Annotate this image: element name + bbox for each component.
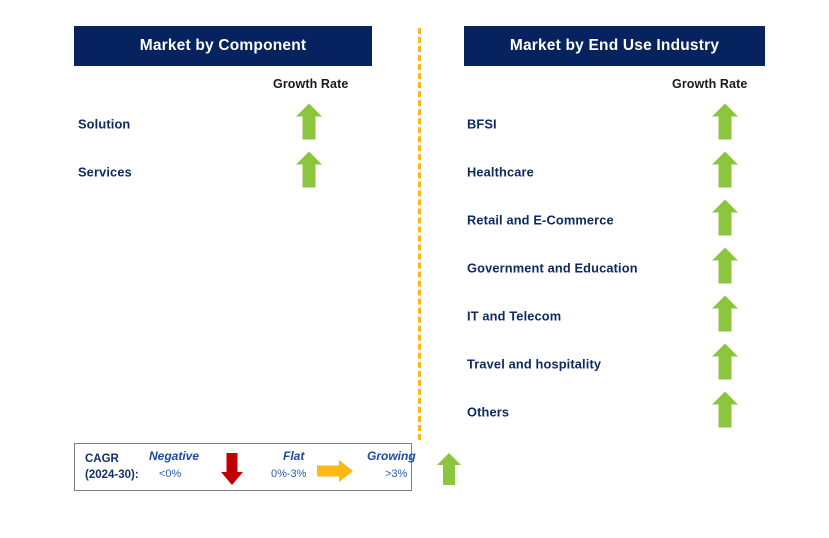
segment-row-bfsi: BFSI bbox=[467, 102, 765, 146]
diagram-canvas: Market by Component Growth Rate Solution… bbox=[0, 0, 829, 538]
legend-term: Growing bbox=[367, 449, 416, 463]
legend-item-growing: Growing >3% bbox=[343, 444, 461, 490]
legend-term: Negative bbox=[149, 449, 200, 463]
up-arrow-icon bbox=[296, 103, 322, 145]
segment-label: BFSI bbox=[467, 116, 497, 132]
up-arrow-icon bbox=[712, 391, 738, 433]
down-arrow-icon bbox=[221, 453, 243, 490]
segment-row-healthcare: Healthcare bbox=[467, 150, 765, 194]
legend-range: >3% bbox=[385, 468, 408, 480]
legend-term: Flat bbox=[283, 449, 305, 463]
segment-row-retail-and-e-commerce: Retail and E-Commerce bbox=[467, 198, 765, 242]
column-title-text: Market by End Use Industry bbox=[509, 37, 720, 54]
column-header-market-by-end-use-industry: Market by End Use Industry bbox=[464, 26, 765, 66]
segment-row-it-and-telecom: IT and Telecom bbox=[467, 294, 765, 338]
up-arrow-icon bbox=[712, 199, 738, 241]
legend-range: <0% bbox=[159, 468, 182, 480]
legend-title-line-2: (2024-30): bbox=[85, 469, 139, 481]
segment-label: Travel and hospitality bbox=[467, 356, 602, 372]
growth-rate-caption-left: Growth Rate bbox=[273, 77, 349, 91]
up-arrow-icon bbox=[712, 295, 738, 337]
legend: CAGR (2024-30): Negative <0% Flat 0%-3% … bbox=[74, 443, 461, 491]
segment-label: Retail and E-Commerce bbox=[467, 212, 614, 228]
segment-row-travel-and-hospitality: Travel and hospitality bbox=[467, 342, 765, 386]
column-divider bbox=[418, 28, 421, 440]
up-arrow-icon bbox=[437, 453, 461, 490]
up-arrow-icon bbox=[712, 247, 738, 289]
segment-row-others: Others bbox=[467, 390, 765, 434]
segment-label: Others bbox=[467, 404, 510, 420]
up-arrow-icon bbox=[712, 103, 738, 145]
up-arrow-icon bbox=[712, 343, 738, 385]
legend-item-flat: Flat 0%-3% bbox=[245, 444, 355, 490]
segment-label: Government and Education bbox=[467, 260, 638, 276]
segment-label: Solution bbox=[78, 116, 131, 132]
segment-label: Services bbox=[78, 164, 132, 180]
legend-item-negative: Negative <0% bbox=[147, 444, 255, 490]
legend-title-line-1: CAGR bbox=[85, 453, 119, 465]
up-arrow-icon bbox=[296, 151, 322, 193]
column-title-text: Market by Component bbox=[139, 37, 307, 54]
up-arrow-icon bbox=[712, 151, 738, 193]
legend-range: 0%-3% bbox=[271, 468, 307, 480]
legend-title: CAGR (2024-30): bbox=[85, 451, 139, 483]
segment-row-services: Services bbox=[78, 150, 372, 194]
segment-row-solution: Solution bbox=[78, 102, 372, 146]
segment-row-government-and-education: Government and Education bbox=[467, 246, 765, 290]
column-header-market-by-component: Market by Component bbox=[74, 26, 372, 66]
segment-label: IT and Telecom bbox=[467, 308, 562, 324]
segment-label: Healthcare bbox=[467, 164, 534, 180]
growth-rate-caption-right: Growth Rate bbox=[672, 77, 748, 91]
